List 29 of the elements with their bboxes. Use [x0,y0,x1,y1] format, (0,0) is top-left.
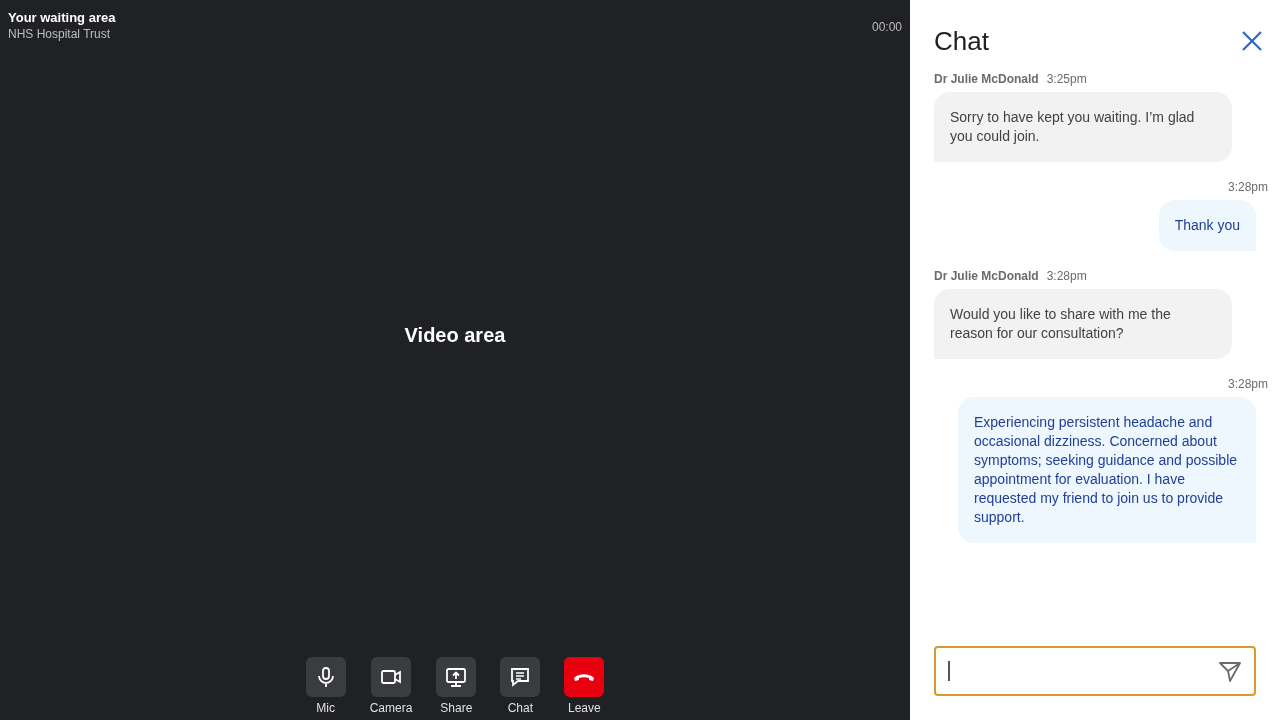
microphone-icon[interactable] [305,657,346,697]
control-label: Leave [568,700,601,716]
message-time: 3:25pm [1046,71,1087,88]
text-cursor [948,661,950,681]
message-time: 3:28pm [1227,376,1268,393]
sent-message: Thank you [1158,200,1256,251]
received-message: Would you like to share with me the reason for our consultation? [934,289,1232,359]
screen-share-icon[interactable] [436,657,477,697]
message-time: 3:28pm [1046,268,1087,285]
control-label: Share [440,700,473,716]
organisation-name: NHS Hospital Trust [8,26,112,42]
waiting-area-title: Your waiting area [8,10,116,26]
message-time: 3:28pm [1227,179,1268,196]
sent-message: Experiencing persistent headache and occasional dizziness. Concerned about symptoms; seeking guidance and possible appointment for evaluation. I have requested my friend to join us to provide support. [958,397,1256,543]
sender-name: Dr Julie McDonald [934,268,1039,285]
message-input-field[interactable] [934,646,1256,696]
control-label: Chat [507,700,533,716]
received-message: Sorry to have kept you waiting. I’m glad you could join. [934,92,1232,162]
control-label: Camera [369,700,413,716]
send-icon[interactable] [1218,659,1242,683]
sender-name: Dr Julie McDonald [934,71,1039,88]
phone-hangup-icon[interactable] [564,657,605,697]
call-timer: 00:00 [871,19,902,36]
video-area-label: Video area [404,322,506,348]
camera-icon[interactable] [371,657,411,697]
chat-icon[interactable] [500,657,541,697]
chat-title: Chat [934,26,989,56]
control-label: Mic [316,700,335,716]
close-icon[interactable] [1240,29,1264,53]
